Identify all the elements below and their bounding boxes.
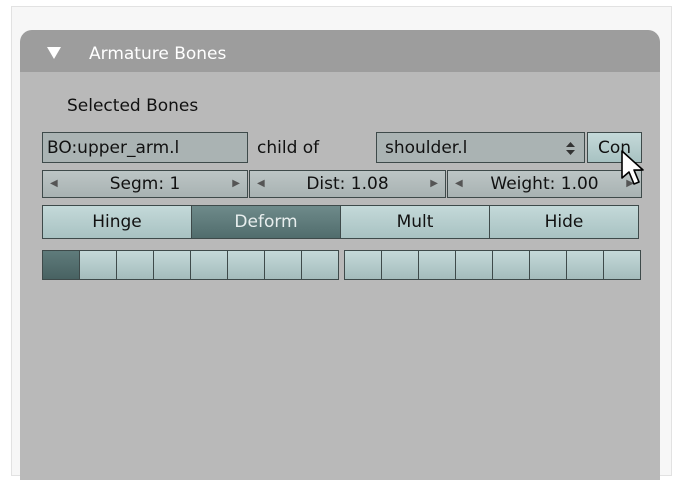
bone-name-text: BO:upper_arm.l: [47, 138, 180, 158]
panel-header[interactable]: Armature Bones: [20, 30, 660, 72]
parent-select-value: shoulder.l: [385, 138, 468, 158]
right-arrow-icon[interactable]: ▶: [430, 171, 438, 197]
mult-label: Mult: [396, 212, 434, 232]
dist-field[interactable]: ◀ Dist: 1.08 ▶: [249, 170, 446, 198]
parent-select[interactable]: shoulder.l: [376, 132, 585, 163]
weight-field[interactable]: ◀ Weight: 1.00 ▶: [447, 170, 642, 198]
layer-button[interactable]: [455, 250, 493, 280]
updown-arrows-icon: [566, 142, 575, 155]
mouse-pointer-icon: [621, 150, 644, 185]
layer-button[interactable]: [344, 250, 382, 280]
section-label: Selected Bones: [67, 96, 199, 116]
layer-button[interactable]: [264, 250, 302, 280]
layer-button[interactable]: [566, 250, 604, 280]
layer-button[interactable]: [301, 250, 339, 280]
left-arrow-icon[interactable]: ◀: [257, 171, 265, 197]
weight-value: Weight: 1.00: [490, 174, 599, 194]
layer-button[interactable]: [603, 250, 641, 280]
mult-toggle[interactable]: Mult: [340, 205, 490, 239]
layer-button[interactable]: [116, 250, 154, 280]
layer-button[interactable]: [153, 250, 191, 280]
layer-group-1: [42, 250, 339, 280]
collapse-triangle-icon[interactable]: [47, 47, 61, 59]
layer-button[interactable]: [79, 250, 117, 280]
deform-toggle[interactable]: Deform: [191, 205, 341, 239]
layer-button[interactable]: [227, 250, 265, 280]
layer-button[interactable]: [381, 250, 419, 280]
segm-value: Segm: 1: [109, 174, 181, 194]
layer-group-2: [344, 250, 641, 280]
layer-button[interactable]: [42, 250, 80, 280]
bone-name-field[interactable]: BO:upper_arm.l: [42, 132, 248, 163]
hide-label: Hide: [544, 212, 584, 232]
left-arrow-icon[interactable]: ◀: [50, 171, 58, 197]
segm-field[interactable]: ◀ Segm: 1 ▶: [42, 170, 248, 198]
right-arrow-icon[interactable]: ▶: [232, 171, 240, 197]
hinge-toggle[interactable]: Hinge: [42, 205, 192, 239]
left-arrow-icon[interactable]: ◀: [455, 171, 463, 197]
dist-value: Dist: 1.08: [306, 174, 389, 194]
hinge-label: Hinge: [92, 212, 142, 232]
armature-bones-panel: Armature Bones Selected Bones BO:upper_a…: [20, 30, 660, 480]
layer-button[interactable]: [418, 250, 456, 280]
layer-button[interactable]: [529, 250, 567, 280]
panel-title: Armature Bones: [89, 44, 227, 64]
layer-button[interactable]: [492, 250, 530, 280]
child-of-label: child of: [257, 138, 320, 158]
deform-label: Deform: [234, 212, 298, 232]
layer-button[interactable]: [190, 250, 228, 280]
hide-toggle[interactable]: Hide: [489, 205, 639, 239]
